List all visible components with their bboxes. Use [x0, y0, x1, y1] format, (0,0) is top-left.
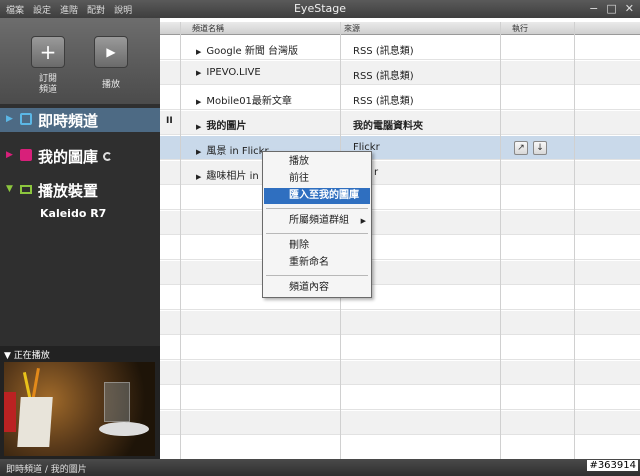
play-icon: ▶ — [106, 45, 116, 59]
empty-row — [160, 286, 640, 310]
empty-row — [160, 361, 640, 385]
channel-source: 我的電腦資料夾 — [353, 121, 423, 132]
menu-separator — [266, 275, 368, 276]
watermark: #363914 — [587, 460, 638, 471]
status-path: 即時頻道 / 我的圖片 — [6, 465, 87, 475]
subscribe-channel-label: 訂閱 頻道 — [38, 74, 57, 95]
title-bar: 檔案 設定 進階 配對 說明 EyeStage − □ ✕ — [0, 0, 640, 18]
menu-separator — [266, 233, 368, 234]
monitor-icon — [20, 185, 32, 194]
context-item-play[interactable]: 播放 — [264, 154, 370, 170]
sidebar-item-playback-devices[interactable]: ▼ 播放裝置 — [0, 178, 160, 202]
table-row-selected[interactable]: ▶ 風景 in Flickr Flickr ↗ ↓ — [160, 136, 640, 160]
maximize-icon[interactable]: □ — [606, 2, 616, 15]
window-title: EyeStage — [293, 2, 346, 15]
sidebar-item-live-channels[interactable]: ▶ 即時頻道 — [0, 108, 160, 132]
channel-source: RSS (訊息類) — [353, 96, 414, 107]
table-row[interactable]: ▶ IPEVO.LIVE RSS (訊息類) — [160, 61, 640, 85]
sidebar-actions: + 訂閱 頻道 ▶ 播放 — [0, 18, 160, 104]
expand-arrow-icon: ▶ — [6, 114, 13, 124]
status-bar: 即時頻道 / 我的圖片 #363914 — [0, 459, 640, 476]
expand-arrow-icon: ▶ — [196, 173, 202, 181]
channel-table: 頻道名稱 來源 執行 ▶ Google 新聞 台灣版 RSS (訊息類) ▶ IPE… — [160, 18, 640, 459]
expand-arrow-icon: ▶ — [196, 48, 202, 56]
context-item-channel-content[interactable]: 頻道內容 — [264, 280, 370, 296]
channel-name: IPEVO.LIVE — [206, 67, 261, 78]
empty-row — [160, 211, 640, 235]
open-external-icon[interactable]: ↗ — [514, 141, 528, 155]
channel-name: 我的圖片 — [206, 121, 247, 132]
minimize-icon[interactable]: − — [589, 2, 598, 15]
now-playing-panel: ▼ 正在播放 — [0, 346, 160, 459]
column-header-source[interactable]: 來源 — [344, 23, 360, 34]
table-row[interactable]: ▶ Mobile01最新文章 RSS (訊息類) — [160, 86, 640, 110]
empty-row — [160, 411, 640, 435]
column-divider — [180, 22, 181, 459]
empty-row — [160, 386, 640, 410]
channel-name: 趣味相片 in F — [206, 171, 268, 182]
channel-name: Mobile01最新文章 — [206, 96, 292, 107]
now-playing-label[interactable]: ▼ 正在播放 — [4, 348, 50, 361]
now-playing-thumbnail[interactable] — [4, 362, 155, 456]
context-menu: 播放 前往 匯入至我的圖庫 所屬頻道群組 ▶ 刪除 重新命名 頻道內容 — [262, 151, 372, 298]
table-row[interactable]: ▶ Google 新聞 台灣版 RSS (訊息類) — [160, 36, 640, 60]
expand-arrow-icon: ▶ — [196, 98, 202, 106]
empty-row — [160, 336, 640, 360]
column-header-action[interactable]: 執行 — [512, 23, 528, 34]
context-item-channel-group[interactable]: 所屬頻道群組 ▶ — [264, 213, 370, 229]
context-item-go-to[interactable]: 前往 — [264, 171, 370, 187]
library-icon — [20, 149, 32, 161]
sidebar-item-label: 播放裝置 — [38, 182, 99, 200]
expand-arrow-icon: ▶ — [196, 69, 202, 77]
channel-name: 風景 in Flickr — [206, 146, 269, 157]
sidebar-item-my-library[interactable]: ▶ 我的圖庫 — [0, 144, 160, 168]
column-header-channel-name[interactable]: 頻道名稱 — [192, 23, 224, 34]
loading-icon — [103, 152, 112, 161]
close-icon[interactable]: ✕ — [625, 2, 634, 15]
expand-arrow-icon: ▶ — [196, 123, 202, 131]
empty-row — [160, 186, 640, 210]
empty-row — [160, 436, 640, 459]
sidebar: + 訂閱 頻道 ▶ 播放 ▶ 即時頻道 ▶ 我的圖庫 ▼ 播放裝置 Kaleid… — [0, 18, 160, 459]
column-divider — [500, 22, 501, 459]
empty-row — [160, 261, 640, 285]
channel-source: r — [374, 167, 379, 178]
plus-icon: + — [39, 40, 57, 64]
expand-arrow-icon: ▶ — [6, 150, 13, 160]
context-item-delete[interactable]: 刪除 — [264, 238, 370, 254]
column-divider — [574, 22, 575, 459]
collapse-arrow-icon: ▼ — [6, 184, 13, 194]
submenu-arrow-icon: ▶ — [360, 217, 366, 225]
table-row[interactable]: ▶ 趣味相片 in F r — [160, 161, 640, 185]
channel-source: RSS (訊息類) — [353, 71, 414, 82]
channel-source: RSS (訊息類) — [353, 46, 414, 57]
expand-arrow-icon: ▶ — [196, 148, 202, 156]
download-icon[interactable]: ↓ — [533, 141, 547, 155]
empty-row — [160, 311, 640, 335]
table-row[interactable]: II ▶ 我的圖片 我的電腦資料夾 — [160, 111, 640, 135]
pause-icon: II — [166, 116, 173, 126]
sidebar-item-label: 即時頻道 — [38, 112, 99, 130]
channel-name: Google 新聞 台灣版 — [206, 46, 299, 57]
menu-separator — [266, 208, 368, 209]
play-label: 播放 — [101, 80, 120, 90]
sidebar-item-label: 我的圖庫 — [38, 148, 99, 166]
context-item-import-to-library[interactable]: 匯入至我的圖庫 — [264, 188, 370, 204]
subscribe-channel-button[interactable]: + — [31, 36, 65, 68]
table-header: 頻道名稱 來源 執行 — [160, 22, 640, 35]
tv-icon — [20, 113, 32, 125]
context-item-rename[interactable]: 重新命名 — [264, 255, 370, 271]
device-item[interactable]: Kaleido R7 — [40, 207, 106, 220]
empty-row — [160, 236, 640, 260]
play-button[interactable]: ▶ — [94, 36, 128, 68]
